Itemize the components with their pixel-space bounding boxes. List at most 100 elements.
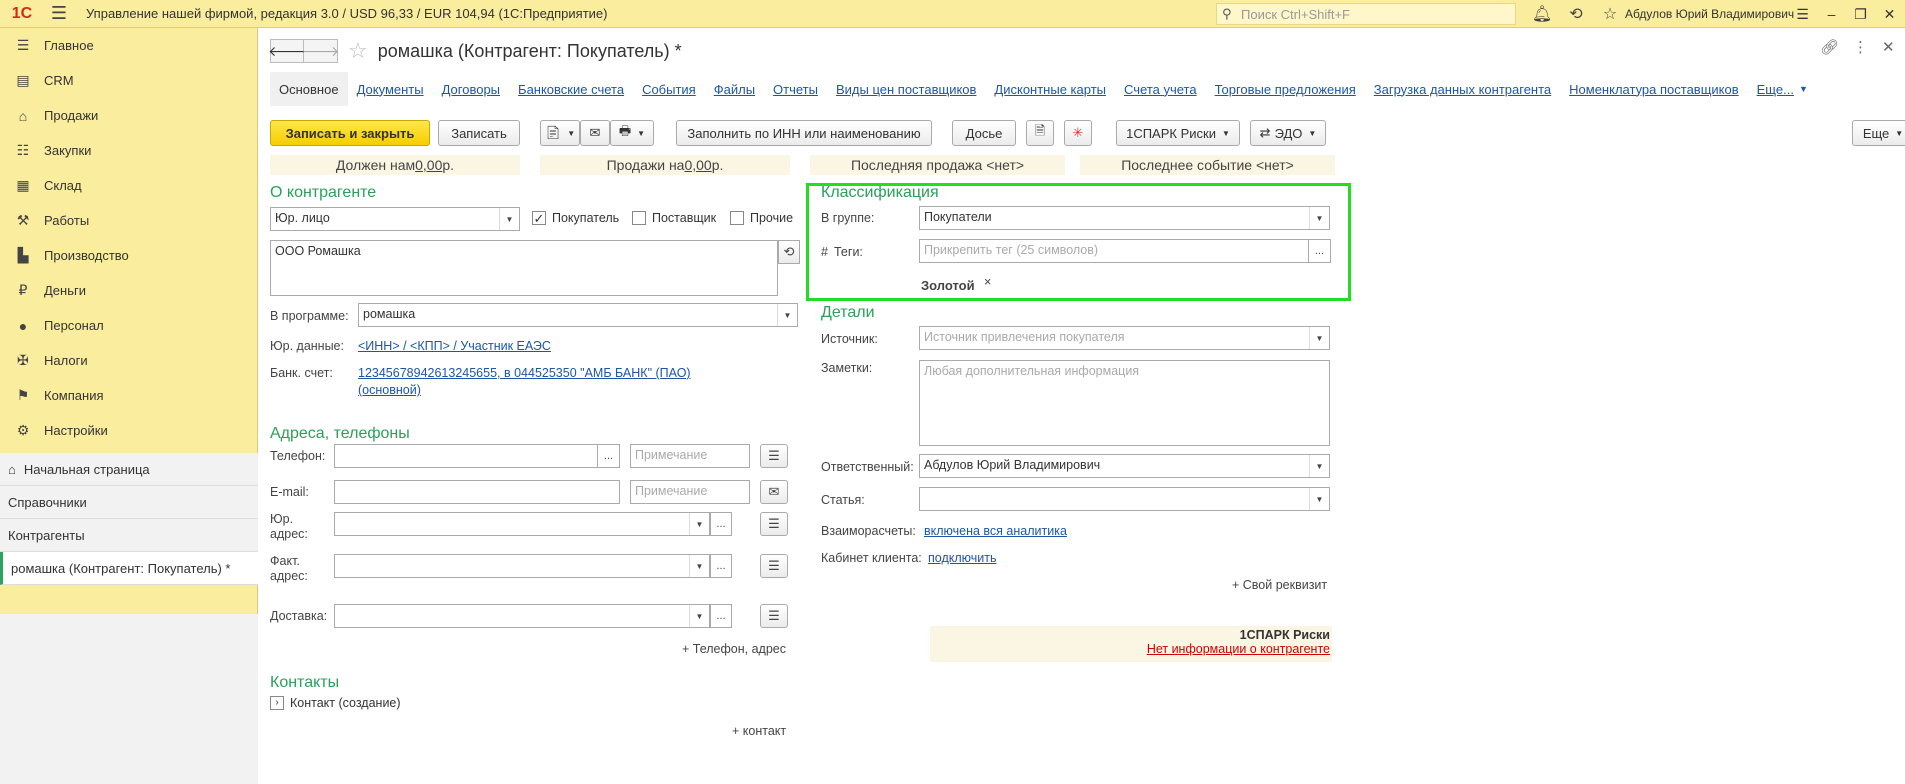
tab-6[interactable]: Отчеты bbox=[764, 72, 827, 106]
legal-address-settings-button[interactable]: ☰ bbox=[760, 512, 788, 536]
sidebar-item-3[interactable]: ☷ Закупки bbox=[0, 133, 257, 168]
create-based-on-button[interactable]: 📄︎ ▼ bbox=[540, 120, 580, 146]
tag-remove-icon[interactable]: × bbox=[984, 275, 991, 289]
email-note-input[interactable]: Примечание bbox=[630, 480, 750, 504]
edo-button[interactable]: ⇄ ЭДО ▼ bbox=[1250, 120, 1326, 146]
restore-icon[interactable]: ❐ bbox=[1846, 6, 1875, 23]
client-cabinet-link[interactable]: подключить bbox=[928, 551, 996, 565]
document-check-button[interactable]: 🗎 bbox=[1026, 120, 1054, 146]
search-input[interactable]: ⚲ Поиск Ctrl+Shift+F bbox=[1216, 3, 1516, 25]
more-vertical-icon[interactable]: ⋮ bbox=[1853, 38, 1868, 56]
other-checkbox[interactable]: Прочие bbox=[730, 211, 793, 225]
tab-0[interactable]: Основное bbox=[270, 72, 348, 106]
send-email-button[interactable]: ✉ bbox=[760, 480, 788, 504]
link-icon[interactable]: 🔗︎ bbox=[1820, 38, 1839, 56]
chevron-down-icon[interactable]: ▼ bbox=[1309, 207, 1329, 229]
legal-address-input[interactable]: ▼ bbox=[334, 512, 710, 536]
chevron-down-icon[interactable]: ▼ bbox=[1309, 488, 1329, 510]
fact-address-input[interactable]: ▼ bbox=[334, 554, 710, 578]
phone-select-button[interactable]: ... bbox=[598, 444, 620, 468]
add-contact-button[interactable]: + контакт bbox=[732, 724, 786, 738]
user-name[interactable]: Абдулов Юрий Владимирович bbox=[1625, 7, 1794, 21]
back-button[interactable]: 🡐 bbox=[268, 39, 306, 63]
chevron-down-icon[interactable]: ▼ bbox=[689, 555, 709, 577]
favorite-star-icon[interactable]: ☆ bbox=[348, 38, 368, 64]
tab-12[interactable]: Номенклатура поставщиков bbox=[1560, 72, 1748, 106]
add-phone-address-button[interactable]: + Телефон, адрес bbox=[682, 642, 786, 656]
settings-lines-icon[interactable]: ☰ bbox=[1788, 6, 1817, 23]
source-select[interactable]: Источник привлечения покупателя ▼ bbox=[919, 326, 1330, 350]
entity-type-select[interactable]: Юр. лицо ▼ bbox=[270, 207, 520, 231]
sidebar-current-form[interactable]: ромашка (Контрагент: Покупатель) * bbox=[0, 552, 258, 585]
fact-address-select-button[interactable]: ... bbox=[710, 554, 732, 578]
phone-note-input[interactable]: Примечание bbox=[630, 444, 750, 468]
delivery-address-input[interactable]: ▼ bbox=[334, 604, 710, 628]
contact-create-row[interactable]: › Контакт (создание) bbox=[270, 696, 401, 710]
save-button[interactable]: Записать bbox=[438, 120, 520, 146]
sidebar-item-2[interactable]: ⌂ Продажи bbox=[0, 98, 257, 133]
chevron-down-icon[interactable]: ▼ bbox=[1309, 327, 1329, 349]
fill-by-inn-button[interactable]: Заполнить по ИНН или наименованию bbox=[676, 120, 932, 146]
legal-data-link[interactable]: <ИНН> / <КПП> / Участник ЕАЭС bbox=[358, 339, 551, 353]
responsible-select[interactable]: Абдулов Юрий Владимирович ▼ bbox=[919, 454, 1330, 478]
history-icon[interactable]: ⟲ bbox=[1559, 0, 1593, 28]
main-menu-icon[interactable]: ☰ bbox=[44, 0, 74, 28]
close-icon[interactable]: ✕ bbox=[1875, 6, 1904, 23]
phone-settings-button[interactable]: ☰ bbox=[760, 444, 788, 468]
sidebar-item-1[interactable]: ▤ CRM bbox=[0, 63, 257, 98]
tab-5[interactable]: Файлы bbox=[705, 72, 764, 106]
email-input[interactable] bbox=[334, 480, 620, 504]
forward-button[interactable]: 🡒 bbox=[302, 39, 339, 63]
tab-4[interactable]: События bbox=[633, 72, 705, 106]
group-select[interactable]: Покупатели ▼ bbox=[919, 206, 1330, 230]
tab-10[interactable]: Торговые предложения bbox=[1206, 72, 1365, 106]
legal-address-select-button[interactable]: ... bbox=[710, 512, 732, 536]
bank-account-main-link[interactable]: (основной) bbox=[358, 383, 421, 397]
supplier-checkbox[interactable]: Поставщик bbox=[632, 211, 716, 225]
full-name-field[interactable]: ООО Ромашка bbox=[270, 240, 778, 296]
tab-13[interactable]: Еще... bbox=[1748, 72, 1803, 106]
tab-9[interactable]: Счета учета bbox=[1115, 72, 1206, 106]
delivery-settings-button[interactable]: ☰ bbox=[760, 604, 788, 628]
delivery-address-select-button[interactable]: ... bbox=[710, 604, 732, 628]
sidebar-counterparties[interactable]: Контрагенты bbox=[0, 519, 258, 552]
tab-7[interactable]: Виды цен поставщиков bbox=[827, 72, 985, 106]
tab-8[interactable]: Дисконтные карты bbox=[985, 72, 1115, 106]
sidebar-item-11[interactable]: ⚙ Настройки bbox=[0, 413, 257, 448]
sidebar-item-9[interactable]: ✠ Налоги bbox=[0, 343, 257, 378]
settlements-link[interactable]: включена вся аналитика bbox=[924, 524, 1067, 538]
print-button[interactable]: 🖶 ▼ bbox=[610, 120, 654, 146]
chevron-down-icon[interactable]: ▼ bbox=[499, 208, 519, 230]
add-requisite-button[interactable]: + Свой реквизит bbox=[1232, 578, 1327, 592]
bank-account-link[interactable]: 12345678942613245655, в 044525350 "АМБ Б… bbox=[358, 366, 691, 380]
sidebar-directories[interactable]: Справочники bbox=[0, 486, 258, 519]
program-name-field[interactable]: ромашка ▼ bbox=[358, 303, 798, 327]
phone-input[interactable] bbox=[334, 444, 598, 468]
fact-address-settings-button[interactable]: ☰ bbox=[760, 554, 788, 578]
dossier-button[interactable]: Досье bbox=[952, 120, 1016, 146]
more-tabs-chevron-icon[interactable]: ▼ bbox=[1799, 84, 1808, 94]
chevron-down-icon[interactable]: ▼ bbox=[689, 605, 709, 627]
save-and-close-button[interactable]: Записать и закрыть bbox=[270, 120, 430, 146]
more-button[interactable]: Еще ▼ bbox=[1852, 120, 1905, 146]
tab-2[interactable]: Договоры bbox=[433, 72, 509, 106]
debt-value[interactable]: 0,00 bbox=[415, 157, 442, 173]
chevron-down-icon[interactable]: ▼ bbox=[777, 304, 797, 326]
tab-3[interactable]: Банковские счета bbox=[509, 72, 633, 106]
spark-risks-button[interactable]: 1СПАРК Риски ▼ bbox=[1116, 120, 1240, 146]
minimize-icon[interactable]: – bbox=[1817, 6, 1846, 22]
chevron-down-icon[interactable]: ▼ bbox=[1309, 455, 1329, 477]
tags-select-button[interactable]: ... bbox=[1309, 239, 1331, 263]
sidebar-item-7[interactable]: ₽ Деньги bbox=[0, 273, 257, 308]
sidebar-home[interactable]: ⌂ Начальная страница bbox=[0, 453, 258, 486]
sidebar-item-4[interactable]: ▦ Склад bbox=[0, 168, 257, 203]
expand-chevron-icon[interactable]: › bbox=[270, 696, 284, 710]
close-form-icon[interactable]: ✕ bbox=[1882, 38, 1895, 56]
sales-value[interactable]: 0,00 bbox=[684, 157, 711, 173]
sidebar-item-0[interactable]: ☰ Главное bbox=[0, 28, 257, 63]
sidebar-item-8[interactable]: ● Персонал bbox=[0, 308, 257, 343]
email-button[interactable]: ✉ bbox=[580, 120, 610, 146]
sidebar-item-5[interactable]: ⚒ Работы bbox=[0, 203, 257, 238]
favorites-star-icon[interactable]: ☆ bbox=[1593, 0, 1627, 28]
tags-input[interactable]: Прикрепить тег (25 символов) bbox=[919, 239, 1309, 263]
